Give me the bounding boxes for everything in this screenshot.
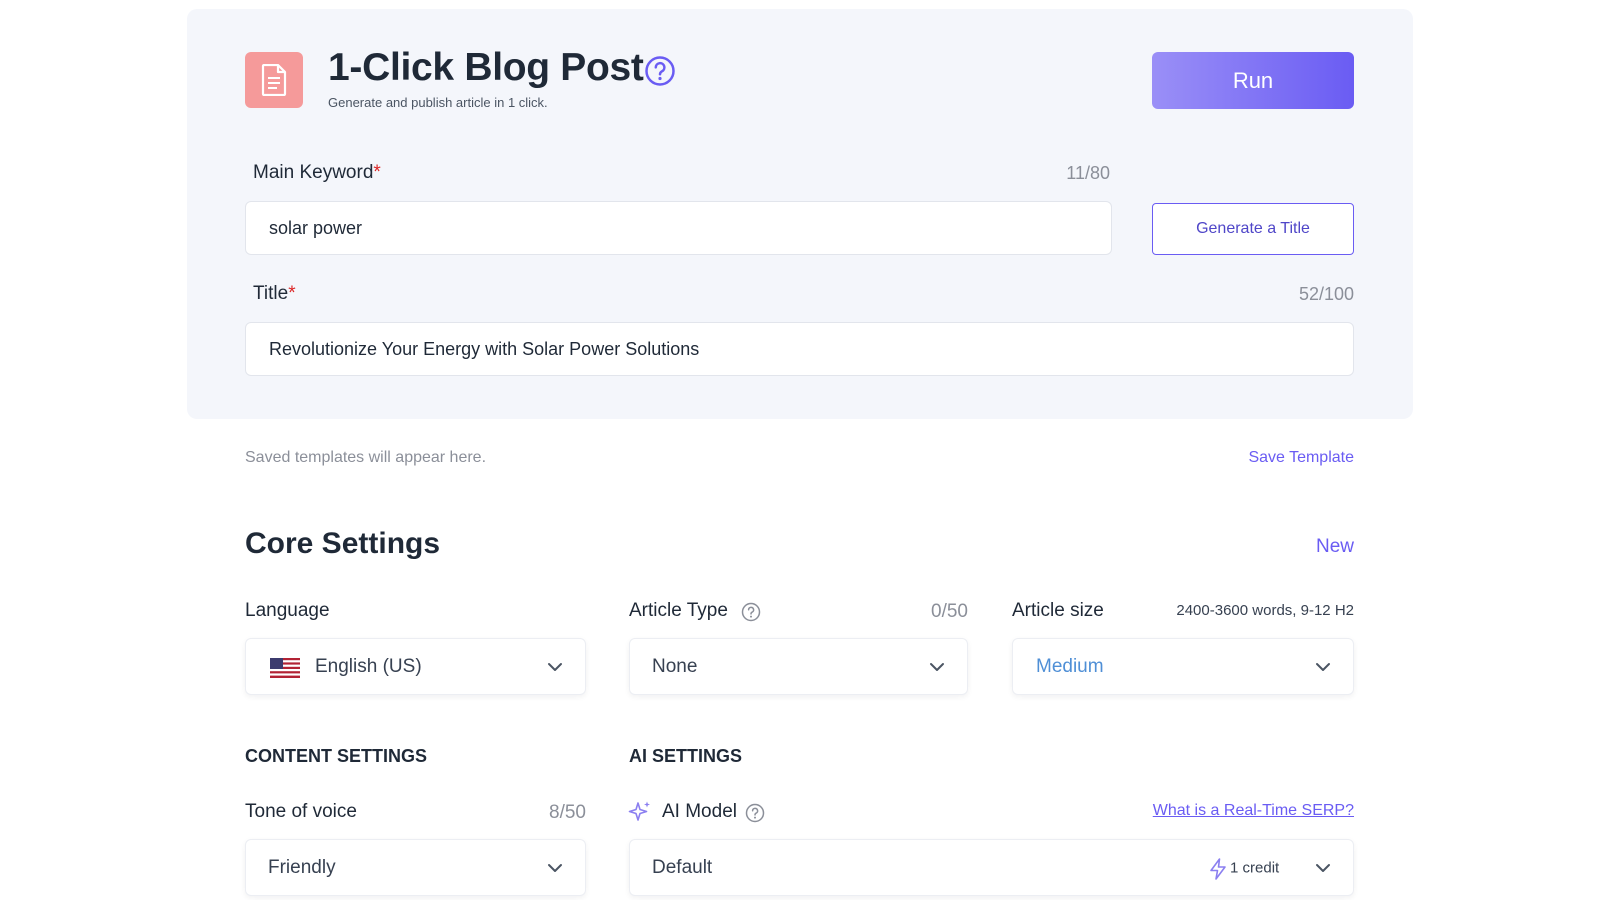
chevron-down-icon xyxy=(930,662,944,671)
chevron-down-icon xyxy=(548,662,562,671)
title-counter: 52/100 xyxy=(1298,284,1354,304)
main-keyword-input[interactable]: solar power xyxy=(245,201,1112,255)
help-icon[interactable] xyxy=(741,602,761,622)
us-flag-icon xyxy=(270,658,300,678)
ai-model-value: Default xyxy=(652,856,713,878)
tone-counter: 8/50 xyxy=(549,802,586,823)
tone-select[interactable]: Friendly xyxy=(245,839,586,896)
chevron-down-icon xyxy=(1316,863,1330,872)
main-keyword-counter: 11/80 xyxy=(1066,163,1110,183)
content-settings-heading: CONTENT SETTINGS xyxy=(245,746,428,766)
ai-settings-heading: AI SETTINGS xyxy=(629,746,743,766)
sparkle-icon xyxy=(628,801,650,821)
ai-model-select[interactable]: Default 1 credit xyxy=(629,839,1354,896)
language-select[interactable]: English (US) xyxy=(245,638,586,695)
ai-model-label: AI Model xyxy=(662,801,737,822)
main-keyword-label: Main Keyword* xyxy=(253,162,381,183)
chevron-down-icon xyxy=(548,863,562,872)
article-size-info: 2400-3600 words, 9-12 H2 xyxy=(1176,602,1354,619)
page-title: 1-Click Blog Post xyxy=(328,46,644,89)
required-mark: * xyxy=(288,283,296,304)
saved-templates-text: Saved templates will appear here. xyxy=(245,449,487,466)
help-icon[interactable] xyxy=(644,55,676,87)
language-label: Language xyxy=(245,600,330,621)
title-label: Title* xyxy=(253,283,296,304)
lightning-icon xyxy=(1210,858,1226,880)
credit-text: 1 credit xyxy=(1230,859,1280,876)
title-value: Revolutionize Your Energy with Solar Pow… xyxy=(269,338,700,359)
real-time-serp-link[interactable]: What is a Real-Time SERP? xyxy=(1140,802,1354,820)
article-size-label: Article size xyxy=(1012,600,1104,621)
save-template-link[interactable]: Save Template xyxy=(1200,449,1354,467)
title-input[interactable]: Revolutionize Your Energy with Solar Pow… xyxy=(245,322,1354,376)
article-size-select[interactable]: Medium xyxy=(1012,638,1354,695)
article-type-counter: 0/50 xyxy=(931,601,968,622)
language-value: English (US) xyxy=(315,655,422,677)
help-icon[interactable] xyxy=(745,803,765,823)
main-keyword-value: solar power xyxy=(269,217,363,238)
core-settings-title: Core Settings xyxy=(245,527,441,560)
document-icon xyxy=(245,52,303,108)
tone-label: Tone of voice xyxy=(245,801,357,822)
required-mark: * xyxy=(373,162,381,183)
article-type-select[interactable]: None xyxy=(629,638,968,695)
page-subtitle: Generate and publish article in 1 click. xyxy=(328,95,548,110)
article-type-value: None xyxy=(652,655,698,677)
tone-value: Friendly xyxy=(268,856,336,878)
generate-title-button[interactable]: Generate a Title xyxy=(1152,203,1354,255)
chevron-down-icon xyxy=(1316,662,1330,671)
article-type-label: Article Type xyxy=(629,600,728,621)
new-link[interactable]: New xyxy=(1300,536,1354,558)
run-button[interactable]: Run xyxy=(1152,52,1354,109)
article-size-value: Medium xyxy=(1036,655,1104,677)
